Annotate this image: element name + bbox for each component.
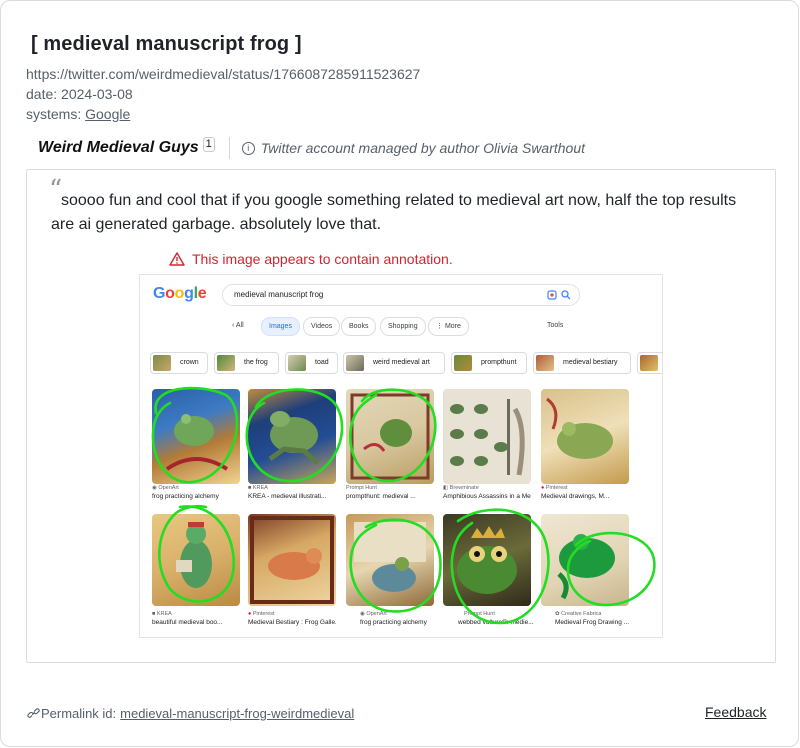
date-line: date: 2024-03-08 (26, 86, 133, 102)
embedded-screenshot[interactable]: Google medieval manuscript frog ‹ All Im… (139, 274, 663, 638)
annotation-warning: This image appears to contain annotation… (169, 251, 453, 267)
permalink-label: Permalink id: (41, 706, 117, 721)
result-caption: prompthunt: medieval ... (346, 493, 416, 500)
author-count-badge: 1 (202, 136, 215, 152)
result-image (443, 514, 531, 606)
feedback-link[interactable]: Feedback (705, 704, 766, 720)
google-logo: Google (153, 285, 207, 302)
permalink-link[interactable]: medieval-manuscript-frog-weirdmedieval (120, 706, 354, 721)
result-source: ■ KREA (152, 611, 172, 617)
result-caption: Medieval drawings, M... (541, 493, 610, 500)
result-caption: webbed vulture®: medie... (458, 619, 534, 626)
source-url: https://twitter.com/weirdmedieval/status… (26, 66, 421, 82)
google-search-box: medieval manuscript frog (222, 284, 580, 306)
result-caption: Medieval Bestiary : Frog Galle... (248, 619, 336, 626)
result-source: ● Pinterest (248, 611, 275, 617)
author-name[interactable]: Weird Medieval Guys (38, 139, 199, 157)
result-image (248, 389, 336, 484)
result-source: ◉ OpenArt (152, 485, 179, 491)
result-source: Prompt Hunt (346, 485, 377, 491)
entry-card: [ medieval manuscript frog ] https://twi… (0, 0, 799, 747)
info-icon: i (241, 141, 255, 155)
result-source: ◧ Brewminate (443, 485, 479, 491)
result-image (541, 389, 629, 484)
result-caption: beautiful medieval boo... (152, 619, 223, 626)
result-image (248, 514, 336, 606)
gnav-videos: Videos (303, 317, 341, 336)
result-caption: Medieval Frog Drawing ... (555, 619, 630, 626)
result-caption: Amphibious Assassins in a Me... (443, 493, 531, 500)
chip-medieval-bestiary: medieval bestiary (533, 352, 631, 374)
gnav-more: ⋮ More (428, 317, 469, 336)
systems-line: systems: Google (26, 106, 130, 122)
result-caption: frog practicing alchemy (152, 493, 219, 500)
chip-prompthunt: prompthunt (451, 352, 527, 374)
gnav-tools: Tools (547, 322, 564, 329)
gnav-all: ‹ All (232, 322, 244, 329)
author-row: Weird Medieval Guys 1 i Twitter account … (38, 136, 586, 159)
warning-text: This image appears to contain annotation… (192, 251, 453, 267)
result-source: ■ KREA (248, 485, 268, 491)
result-image (541, 514, 629, 606)
gnav-shopping: Shopping (380, 317, 426, 336)
chip-crown: crown (150, 352, 208, 374)
date-label: date: (26, 86, 58, 102)
date-value: 2024-03-08 (61, 86, 133, 102)
lens-icon (547, 290, 557, 300)
result-source: Prompt Hunt (464, 611, 495, 617)
result-source: ● Pinterest (541, 485, 568, 491)
result-caption: KREA - medieval illustrati... (248, 493, 327, 500)
author-note: Twitter account managed by author Olivia… (260, 140, 586, 156)
system-link[interactable]: Google (85, 106, 130, 122)
result-image (346, 514, 434, 606)
result-source: ◉ OpenArt (360, 611, 387, 617)
systems-label: systems: (26, 106, 82, 122)
page-title: [ medieval manuscript frog ] (31, 33, 302, 55)
chip-more (637, 352, 662, 374)
chip-toad: toad (285, 352, 338, 374)
warning-icon (169, 252, 185, 266)
search-icon (561, 290, 571, 300)
permalink-row: Permalink id: medieval-manuscript-frog-w… (27, 706, 354, 721)
quote-text: soooo fun and cool that if you google so… (51, 192, 737, 233)
result-image (443, 389, 531, 484)
result-image (346, 389, 434, 484)
result-image (152, 514, 240, 606)
chip-the-frog: the frog (214, 352, 279, 374)
quote-box: “ soooo fun and cool that if you google … (26, 169, 776, 663)
chip-weird-medieval-art: weird medieval art (343, 352, 445, 374)
google-query: medieval manuscript frog (234, 290, 324, 299)
result-caption: frog practicing alchemy (360, 619, 427, 626)
link-icon (27, 708, 40, 718)
result-image (152, 389, 240, 484)
gnav-books: Books (341, 317, 377, 336)
gnav-images: Images (261, 317, 300, 336)
result-source: ✿ Creative Fabrica (555, 611, 602, 617)
author-divider (228, 137, 230, 159)
